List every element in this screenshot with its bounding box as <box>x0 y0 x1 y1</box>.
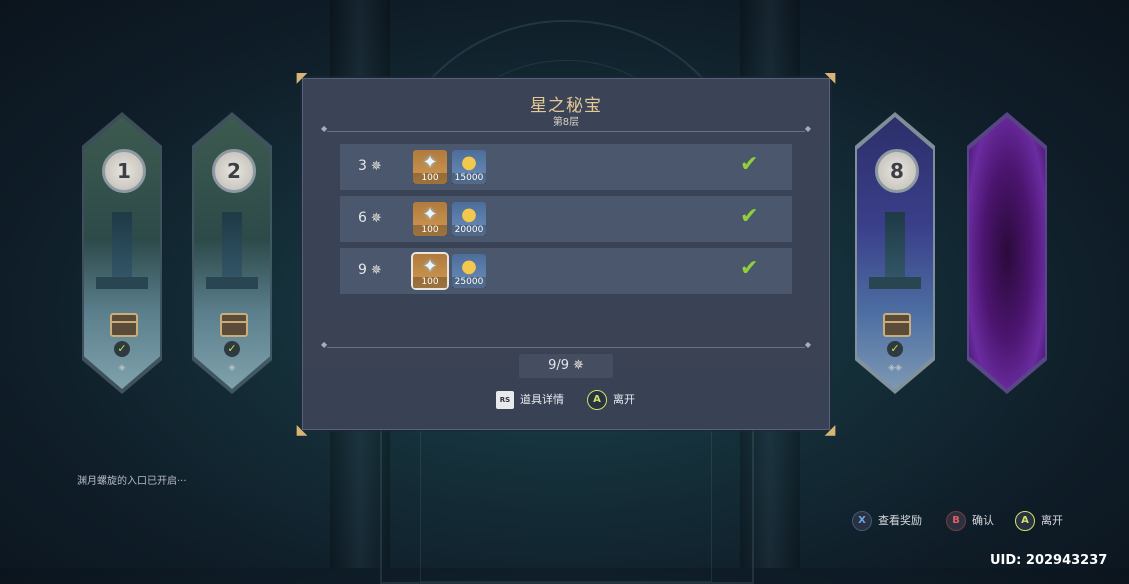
rs-button-icon: RS <box>496 391 514 409</box>
divider-bottom <box>321 340 811 349</box>
star-treasure-panel: ◤ ◥ ◣ ◢ 星之秘宝 第8层 3✵ ✦ 100 ● 15000 ✔ 6✵ ✦… <box>297 71 836 437</box>
primogem-icon: ✦ <box>422 204 438 225</box>
corner-ornament-icon: ◢ <box>824 422 836 438</box>
item-count: 100 <box>413 225 447 236</box>
primogem-item[interactable]: ✦ 100 <box>413 150 447 184</box>
star-total: 9/9 ✵ <box>519 354 613 378</box>
tower-image <box>112 212 132 282</box>
tower-base <box>96 277 148 289</box>
mora-item[interactable]: ● 25000 <box>452 254 486 288</box>
hint-label: 确认 <box>972 514 994 527</box>
status-message: 渊月螺旋的入口已开启··· <box>77 476 187 487</box>
tower-image <box>222 212 242 282</box>
mora-item[interactable]: ● 15000 <box>452 150 486 184</box>
item-count: 100 <box>413 277 447 288</box>
tower-base <box>206 277 258 289</box>
mora-icon: ● <box>461 204 477 225</box>
star-progress-icon: ◈◈ <box>888 363 902 373</box>
leave-label: 离开 <box>613 393 635 406</box>
item-count: 25000 <box>452 277 486 288</box>
star-requirement: 3 ✵ <box>358 158 382 174</box>
check-icon: ✓ <box>224 341 240 357</box>
tower-image <box>885 212 905 282</box>
corner-ornament-icon: ◣ <box>296 422 308 438</box>
star-icon: ✵ <box>370 211 382 226</box>
corner-ornament-icon: ◥ <box>824 70 836 86</box>
floor-card-8[interactable]: 8 ✓ ◈◈ <box>857 117 933 389</box>
item-details-label: 道具详情 <box>520 393 564 406</box>
item-count: 20000 <box>452 225 486 236</box>
uid-label: UID: 202943237 <box>990 553 1108 568</box>
hint-view-rewards[interactable]: X 查看奖励 <box>852 511 922 531</box>
primogem-icon: ✦ <box>422 152 438 173</box>
floor-card-locked[interactable] <box>969 117 1045 389</box>
star-requirement: 9 ✵ <box>358 262 382 278</box>
claimed-check-icon: ✔ <box>740 256 759 281</box>
check-icon: ✓ <box>114 341 130 357</box>
item-count: 100 <box>413 173 447 184</box>
reward-row[interactable]: 3 ✵ ✦ 100 ● 15000 ✔ <box>340 144 792 190</box>
hint-label: 查看奖励 <box>878 514 922 527</box>
divider-top <box>321 124 811 133</box>
a-button-icon: A <box>587 390 607 410</box>
floor-number: 1 <box>102 149 146 193</box>
item-details-action[interactable]: RS 道具详情 <box>496 389 564 411</box>
a-button-icon: A <box>1015 511 1035 531</box>
x-button-icon: X <box>852 511 872 531</box>
chest-icon <box>883 313 911 337</box>
corner-ornament-icon: ◤ <box>296 70 308 86</box>
claimed-check-icon: ✔ <box>740 204 759 229</box>
star-icon: ✵ <box>573 358 584 373</box>
star-requirement: 6 ✵ <box>358 210 382 226</box>
hint-leave[interactable]: A 离开 <box>1015 511 1063 531</box>
floor-card-1[interactable]: 1 ✓ ◈ <box>84 117 160 389</box>
reward-row[interactable]: 6 ✵ ✦ 100 ● 20000 ✔ <box>340 196 792 242</box>
star-progress-icon: ◈ <box>118 363 126 373</box>
tower-base <box>869 277 921 289</box>
item-count: 15000 <box>452 173 486 184</box>
mora-icon: ● <box>461 256 477 277</box>
star-icon: ✵ <box>370 159 382 174</box>
mora-item[interactable]: ● 20000 <box>452 202 486 236</box>
panel-subtitle: 第8层 <box>552 117 580 128</box>
leave-action[interactable]: A 离开 <box>587 389 635 411</box>
reward-row[interactable]: 9 ✵ ✦ 100 ● 25000 ✔ <box>340 248 792 294</box>
hint-confirm[interactable]: B 确认 <box>946 511 994 531</box>
star-icon: ✵ <box>370 263 382 278</box>
star-progress-icon: ◈ <box>228 363 236 373</box>
hint-label: 离开 <box>1041 514 1063 527</box>
primogem-item[interactable]: ✦ 100 <box>413 202 447 236</box>
primogem-item-selected[interactable]: ✦ 100 <box>413 254 447 288</box>
chest-icon <box>110 313 138 337</box>
claimed-check-icon: ✔ <box>740 152 759 177</box>
floor-number: 2 <box>212 149 256 193</box>
check-icon: ✓ <box>887 341 903 357</box>
floor-number: 8 <box>875 149 919 193</box>
b-button-icon: B <box>946 511 966 531</box>
floor-card-2[interactable]: 2 ✓ ◈ <box>194 117 270 389</box>
chest-icon <box>220 313 248 337</box>
mora-icon: ● <box>461 152 477 173</box>
primogem-icon: ✦ <box>422 256 438 277</box>
